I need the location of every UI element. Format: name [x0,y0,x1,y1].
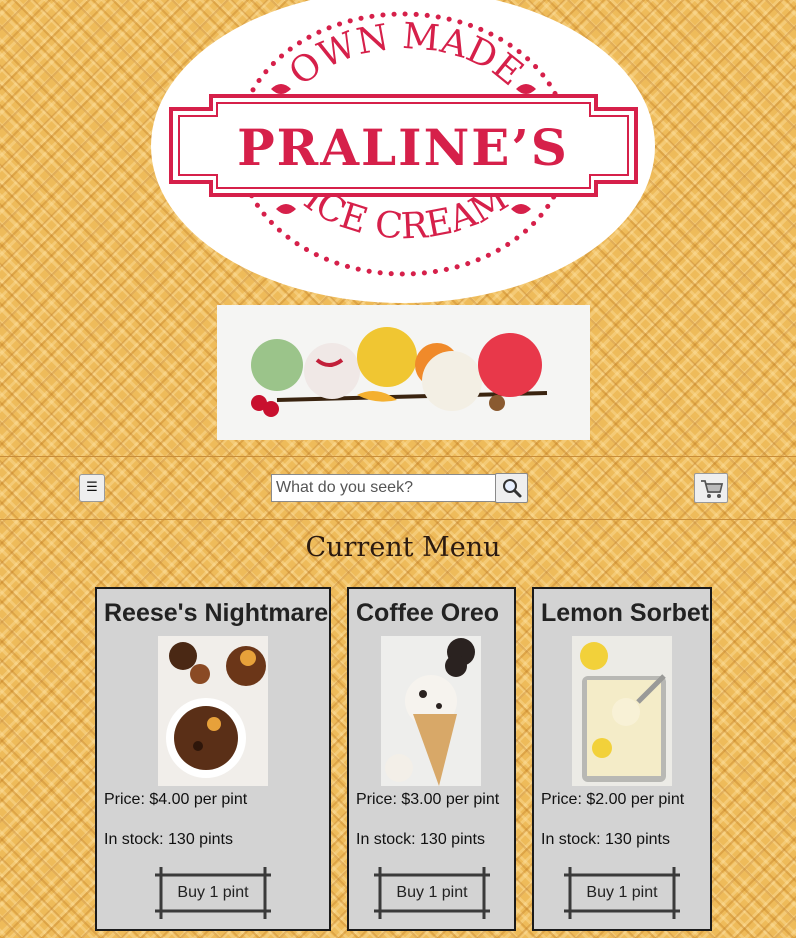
buy-button[interactable]: Buy 1 pint [564,867,680,919]
product-card: Reese's Nightmare Price: $4.00 per pint … [95,587,331,931]
product-image [381,636,481,791]
search-button[interactable] [495,473,528,503]
product-card: Lemon Sorbet Price: $2.00 per pint In st… [532,587,712,931]
product-stock: In stock: 130 pints [356,831,485,848]
product-price: Price: $3.00 per pint [356,791,500,808]
product-stock: In stock: 130 pints [541,831,670,848]
product-card: Coffee Oreo Price: $3.00 per pint In sto… [347,587,516,931]
product-image [572,636,672,791]
magnifier-icon [503,479,522,498]
menu-icon[interactable]: ☰ [79,474,105,502]
navigation-bar: ☰ [0,456,796,520]
product-name: Lemon Sorbet [541,599,710,627]
product-stock: In stock: 130 pints [104,831,233,848]
product-name: Coffee Oreo [356,599,500,627]
logo-main-text: PRALINE’S [237,118,569,177]
buy-button-label: Buy 1 pint [396,884,468,901]
product-price: Price: $2.00 per pint [541,791,685,808]
product-image [158,636,268,791]
cart-icon [701,480,724,498]
product-name: Reese's Nightmare [104,599,329,627]
buy-button-label: Buy 1 pint [177,884,249,901]
buy-button-label: Buy 1 pint [586,884,658,901]
praline-logo: OWN MADE ICE CREAM PRALINE’S [151,0,656,304]
page-title: Current Menu [305,532,501,563]
buy-button[interactable]: Buy 1 pint [374,867,490,919]
search-input[interactable] [271,474,496,502]
ice-cream-banner-image [217,305,590,440]
product-price: Price: $4.00 per pint [104,791,248,808]
buy-button[interactable]: Buy 1 pint [155,867,271,919]
cart-button[interactable] [694,473,728,503]
